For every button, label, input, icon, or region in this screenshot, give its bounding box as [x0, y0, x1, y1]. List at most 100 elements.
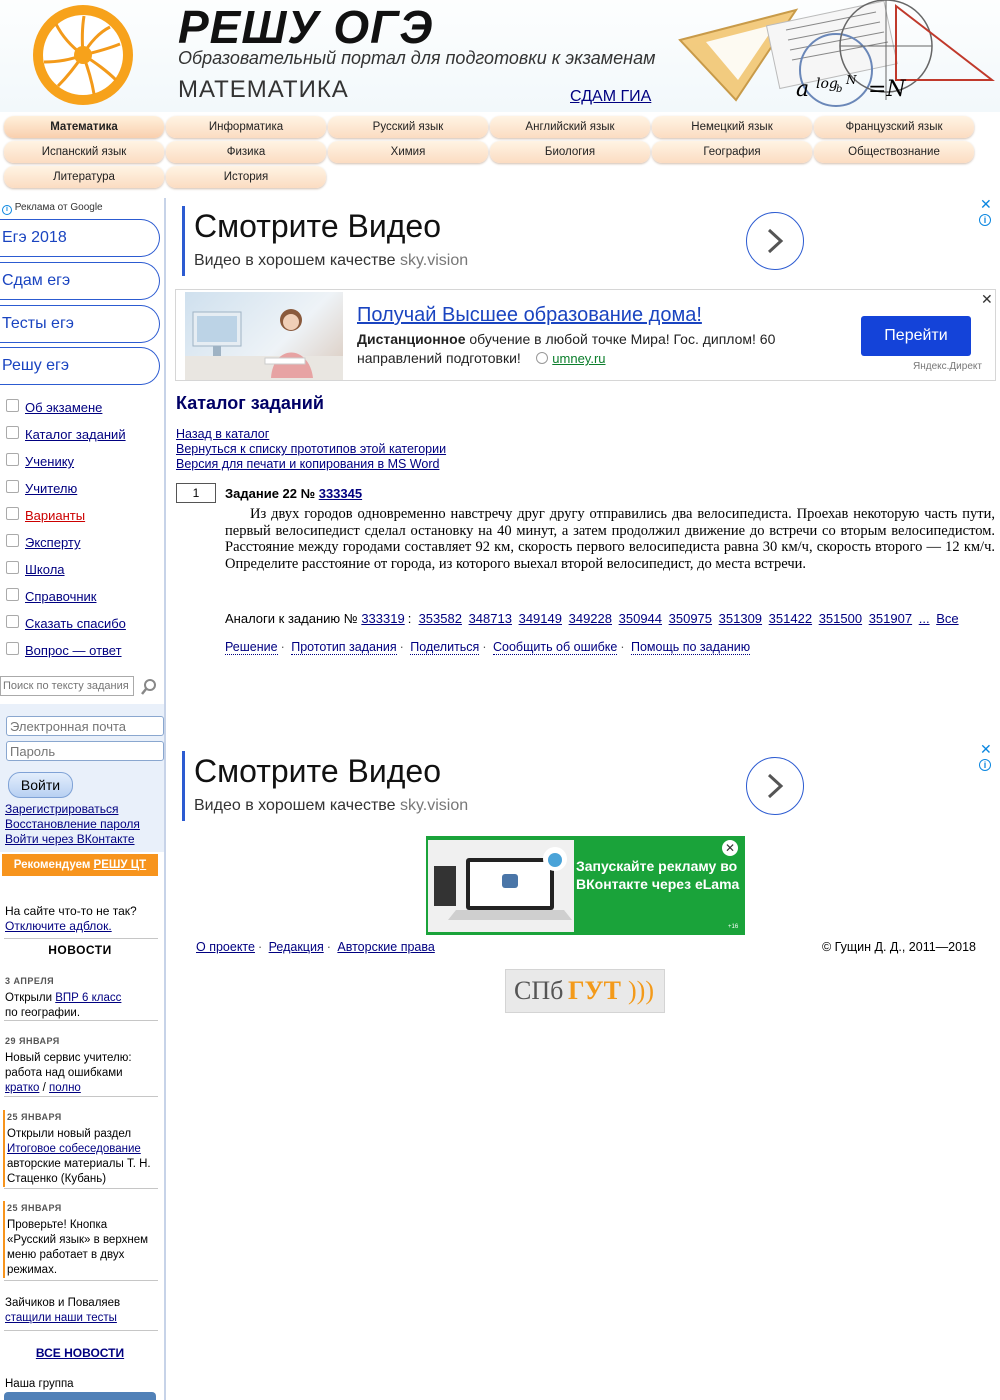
tab-geography[interactable]: География [652, 141, 812, 163]
search-input[interactable] [0, 676, 134, 696]
email-field[interactable] [6, 716, 164, 736]
analog-link[interactable]: 350975 [669, 611, 712, 626]
tab-german[interactable]: Немецкий язык [652, 116, 812, 138]
site-header: РЕШУ ОГЭ Образовательный портал для подг… [0, 0, 1000, 112]
ad-go-button[interactable] [746, 757, 804, 815]
analog-main-link[interactable]: 333319 [361, 611, 404, 626]
sidebar-item-label: Эксперту [25, 535, 81, 550]
editorial-link[interactable]: Редакция [269, 940, 324, 954]
analog-link[interactable]: 348713 [469, 611, 512, 626]
news-text: Зайчиков и Поваляев [5, 1297, 121, 1309]
our-group-label: Наша группа [5, 1378, 74, 1390]
share-link[interactable]: Поделиться [410, 640, 480, 655]
tab-russian[interactable]: Русский язык [328, 116, 488, 138]
video-ad-top[interactable]: Смотрите Видео Видео в хорошем качестве … [180, 196, 1000, 286]
news-date: 25 ЯНВАРЯ [7, 1203, 62, 1213]
ad-pill-testy-ege[interactable]: Тесты егэ [0, 305, 160, 343]
tab-chemistry[interactable]: Химия [328, 141, 488, 163]
sun-logo-icon[interactable] [30, 2, 136, 108]
prototype-link[interactable]: Прототип задания [291, 640, 397, 655]
divider [4, 1280, 158, 1281]
ad-close-icon[interactable]: ✕ [980, 196, 992, 213]
task-actions: Решение · Прототип задания · Поделиться · С… [225, 640, 751, 655]
vk-group-widget[interactable] [4, 1392, 156, 1400]
elama-ad-banner[interactable]: Запускайте рекламу во ВКонтакте через eL… [426, 836, 745, 935]
ad-direct-go-button[interactable]: Перейти [861, 316, 971, 356]
tab-english[interactable]: Английский язык [490, 116, 650, 138]
reshu-ct-link[interactable]: РЕШУ ЦТ [94, 859, 147, 871]
solution-link[interactable]: Решение [225, 640, 278, 655]
left-sidebar: i Реклама от Google Егэ 2018 Сдам егэ Те… [0, 198, 166, 1400]
search-icon[interactable] [140, 678, 158, 696]
partner-logo-text: СПб [514, 976, 564, 1005]
analog-link[interactable]: 350944 [619, 611, 662, 626]
ad-close-icon[interactable]: ✕ [980, 741, 992, 758]
analog-link[interactable]: 353582 [419, 611, 462, 626]
all-news-link[interactable]: ВСЕ НОВОСТИ [0, 1346, 160, 1360]
ad-subline-text: Видео в хорошем качестве [194, 252, 396, 269]
ad-pill-ege-2018[interactable]: Егэ 2018 [0, 219, 160, 257]
ad-headline[interactable]: Смотрите Видео [194, 208, 441, 245]
news-link[interactable]: полно [49, 1082, 81, 1094]
task-number-box[interactable]: 1 [176, 483, 216, 503]
about-project-link[interactable]: О проекте [196, 940, 255, 954]
tab-physics[interactable]: Физика [166, 141, 326, 163]
chevron-right-icon [767, 228, 784, 254]
sdam-gia-link[interactable]: СДАМ ГИА [570, 88, 651, 106]
tab-history[interactable]: История [166, 166, 326, 188]
analog-link[interactable]: 349228 [569, 611, 612, 626]
tab-informatics[interactable]: Информатика [166, 116, 326, 138]
print-version-link[interactable]: Версия для печати и копирования в MS Wor… [176, 457, 439, 471]
vk-login-link[interactable]: Войти через ВКонтакте [5, 832, 135, 846]
analog-link[interactable]: 349149 [519, 611, 562, 626]
tab-social-studies[interactable]: Обществознание [814, 141, 974, 163]
task-id-link[interactable]: 333345 [319, 486, 362, 501]
yandex-direct-ad[interactable]: Получай Высшее образование дома! Дистанц… [175, 289, 996, 381]
back-to-prototypes-link[interactable]: Вернуться к списку прототипов этой катег… [176, 442, 446, 456]
tab-french[interactable]: Французский язык [814, 116, 974, 138]
news-link[interactable]: стащили наши тесты [5, 1312, 117, 1324]
back-to-catalog-link[interactable]: Назад в каталог [176, 427, 269, 441]
news-item: Зайчиков и Поваляев стащили наши тесты [5, 1296, 160, 1326]
tab-mathematics[interactable]: Математика [4, 116, 164, 138]
news-link[interactable]: Итоговое собеседование [7, 1143, 141, 1155]
copyright-link[interactable]: Авторские права [337, 940, 434, 954]
news-date: 25 ЯНВАРЯ [7, 1112, 62, 1122]
analogs-more-link[interactable]: ... [919, 611, 930, 626]
ad-info-icon[interactable]: i [979, 214, 991, 226]
disable-adblock-link[interactable]: Отключите адблок. [5, 919, 112, 933]
video-ad-bottom[interactable]: Смотрите Видео Видео в хорошем качестве … [180, 741, 1000, 831]
tab-biology[interactable]: Биология [490, 141, 650, 163]
ad-direct-title-link[interactable]: Получай Высшее образование дома! [357, 304, 702, 327]
login-button[interactable]: Войти [8, 772, 73, 798]
spbgut-partner-logo[interactable]: СПб ГУТ ))) [505, 969, 665, 1013]
ad-go-button[interactable] [746, 212, 804, 270]
report-error-link[interactable]: Сообщить об ошибке [492, 640, 618, 655]
news-link[interactable]: кратко [5, 1082, 39, 1094]
formula-eq-text: =N [868, 77, 906, 102]
analog-link[interactable]: 351422 [769, 611, 812, 626]
formula-b-text: b [836, 84, 842, 95]
analog-link[interactable]: 351309 [719, 611, 762, 626]
ad-pill-sdam-ege[interactable]: Сдам егэ [0, 262, 160, 300]
tab-literature[interactable]: Литература [4, 166, 164, 188]
sidebar-item-label: Справочник [25, 589, 97, 604]
analog-link[interactable]: 351500 [819, 611, 862, 626]
analog-link[interactable]: 351907 [869, 611, 912, 626]
ad-subline: Видео в хорошем качестве sky.vision [194, 797, 468, 815]
register-link[interactable]: Зарегистрироваться [5, 802, 118, 816]
task-help-link[interactable]: Помощь по заданию [630, 640, 751, 655]
ad-pill-reshu-ege[interactable]: Решу егэ [0, 347, 160, 385]
ad-info-icon[interactable]: i [979, 759, 991, 771]
analogs-all-link[interactable]: Все [936, 611, 958, 626]
news-link[interactable]: ВПР 6 класс [55, 992, 121, 1004]
tab-spanish[interactable]: Испанский язык [4, 141, 164, 163]
ad-direct-close-icon[interactable]: ✕ [981, 291, 993, 308]
restore-password-link[interactable]: Восстановление пароля [5, 817, 140, 831]
elama-close-icon[interactable]: ✕ [722, 840, 738, 856]
ads-by-google-label[interactable]: i Реклама от Google [2, 202, 103, 215]
ad-direct-credit[interactable]: Яндекс.Директ [913, 361, 982, 372]
ad-headline[interactable]: Смотрите Видео [194, 753, 441, 790]
password-field[interactable] [6, 741, 164, 761]
ad-direct-domain[interactable]: umney.ru [552, 351, 605, 366]
